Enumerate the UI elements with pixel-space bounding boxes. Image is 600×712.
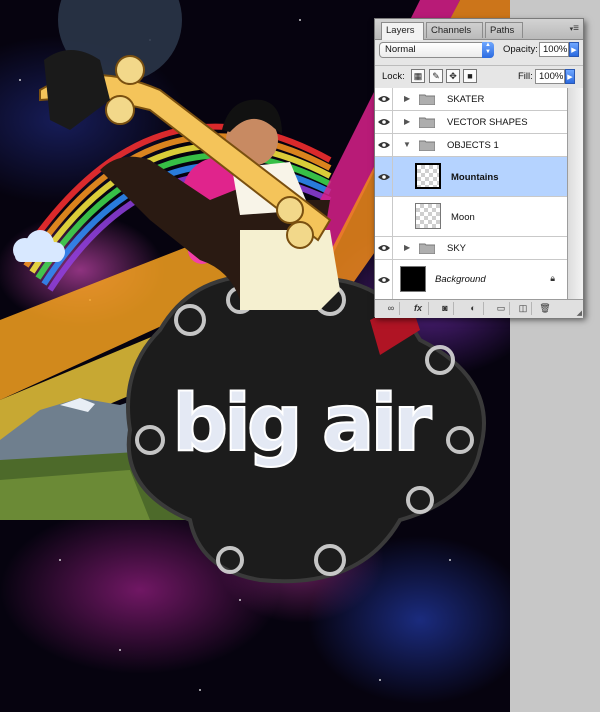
collapsed-triangle-icon[interactable]: ▶ <box>404 117 410 126</box>
opacity-slider-arrow-icon[interactable]: ▶ <box>569 42 579 57</box>
layer-row[interactable]: ▶ SKATER <box>375 88 567 111</box>
folder-icon[interactable]: ▭ <box>493 302 510 315</box>
layer-name: SKY <box>447 243 467 254</box>
tab-channels[interactable]: Channels <box>426 22 483 38</box>
visibility-eye-icon[interactable] <box>375 157 393 196</box>
resize-grip-icon[interactable]: ◢ <box>577 309 582 317</box>
big-air-badge: big air <box>126 273 486 584</box>
lock-row: Lock: ▦ ✎ ✥ ■ Fill: 100% ▶ <box>375 65 583 89</box>
panel-tab-bar: Layers Channels Paths ▾≡ <box>375 19 583 40</box>
visibility-toggle-empty[interactable] <box>375 197 393 236</box>
lock-image-icon[interactable]: ✎ <box>429 69 443 83</box>
tab-layers[interactable]: Layers <box>381 22 424 40</box>
folder-icon <box>419 94 435 105</box>
layers-list[interactable]: ▶ SKATER ▶ VECTOR SHAPES ▼ OBJECTS 1 Mou… <box>375 88 568 299</box>
opacity-input[interactable]: 100% <box>539 42 569 57</box>
fill-label: Fill: <box>518 71 533 82</box>
layer-row[interactable]: Background 🔒︎ <box>375 260 567 299</box>
visibility-eye-icon[interactable] <box>375 111 393 133</box>
tab-paths[interactable]: Paths <box>485 22 523 38</box>
blend-mode-stepper-icon[interactable]: ▲ ▼ <box>482 42 494 58</box>
layer-thumbnail[interactable] <box>400 266 426 292</box>
layer-name: Moon <box>451 212 475 223</box>
visibility-eye-icon[interactable] <box>375 260 393 299</box>
big-air-text: big air <box>172 379 432 469</box>
layer-row[interactable]: ▶ SKY <box>375 237 567 260</box>
visibility-eye-icon[interactable] <box>375 88 393 110</box>
collapsed-triangle-icon[interactable]: ▶ <box>404 94 410 103</box>
layers-panel[interactable]: Layers Channels Paths ▾≡ Normal ▲ ▼ Opaci… <box>374 18 584 318</box>
blend-mode-select[interactable]: Normal ▲ ▼ <box>379 42 494 58</box>
trash-icon[interactable]: 🗑︎ <box>537 302 553 315</box>
fill-slider-arrow-icon[interactable]: ▶ <box>565 69 575 84</box>
lock-transparent-icon[interactable]: ▦ <box>411 69 425 83</box>
blend-row: Normal ▲ ▼ Opacity: 100% ▶ <box>379 42 579 60</box>
layer-thumbnail[interactable] <box>415 163 441 189</box>
folder-icon <box>419 117 435 128</box>
layer-row-selected[interactable]: Mountains <box>375 157 567 197</box>
blend-mode-value: Normal <box>385 44 416 55</box>
folder-icon <box>419 243 435 254</box>
layer-row[interactable]: ▶ VECTOR SHAPES <box>375 111 567 134</box>
new-layer-icon[interactable]: ◫ <box>515 302 532 315</box>
visibility-eye-icon[interactable] <box>375 237 393 259</box>
panel-bottom-toolbar: ∞ fx ◙ ◐ ▭ ◫ 🗑︎ ◢ <box>375 299 583 318</box>
layer-name: Mountains <box>451 172 499 183</box>
visibility-eye-icon[interactable] <box>375 134 393 156</box>
lock-label: Lock: <box>382 71 405 82</box>
link-icon[interactable]: ∞ <box>383 302 400 315</box>
opacity-label: Opacity: <box>503 44 538 55</box>
layer-row[interactable]: Moon <box>375 197 567 237</box>
layers-scrollbar[interactable] <box>568 88 583 299</box>
layer-name: SKATER <box>447 94 485 105</box>
collapsed-triangle-icon[interactable]: ▶ <box>404 243 410 252</box>
layer-thumbnail[interactable] <box>415 203 441 229</box>
folder-icon <box>419 140 435 151</box>
adjustment-icon[interactable]: ◐ <box>463 302 484 315</box>
layer-row[interactable]: ▼ OBJECTS 1 <box>375 134 567 157</box>
fill-input[interactable]: 100% <box>535 69 565 84</box>
expanded-triangle-icon[interactable]: ▼ <box>403 140 411 149</box>
layer-name: Background <box>435 274 486 285</box>
panel-menu-icon[interactable]: ▾≡ <box>570 23 579 34</box>
layer-name: OBJECTS 1 <box>447 140 499 151</box>
fx-icon[interactable]: fx <box>408 302 429 315</box>
lock-icon: 🔒︎ <box>550 273 555 283</box>
lock-position-icon[interactable]: ✥ <box>446 69 460 83</box>
layer-name: VECTOR SHAPES <box>447 117 528 128</box>
lock-all-icon[interactable]: ■ <box>463 69 477 83</box>
mask-icon[interactable]: ◙ <box>437 302 454 315</box>
fx-label: fx <box>413 303 422 313</box>
